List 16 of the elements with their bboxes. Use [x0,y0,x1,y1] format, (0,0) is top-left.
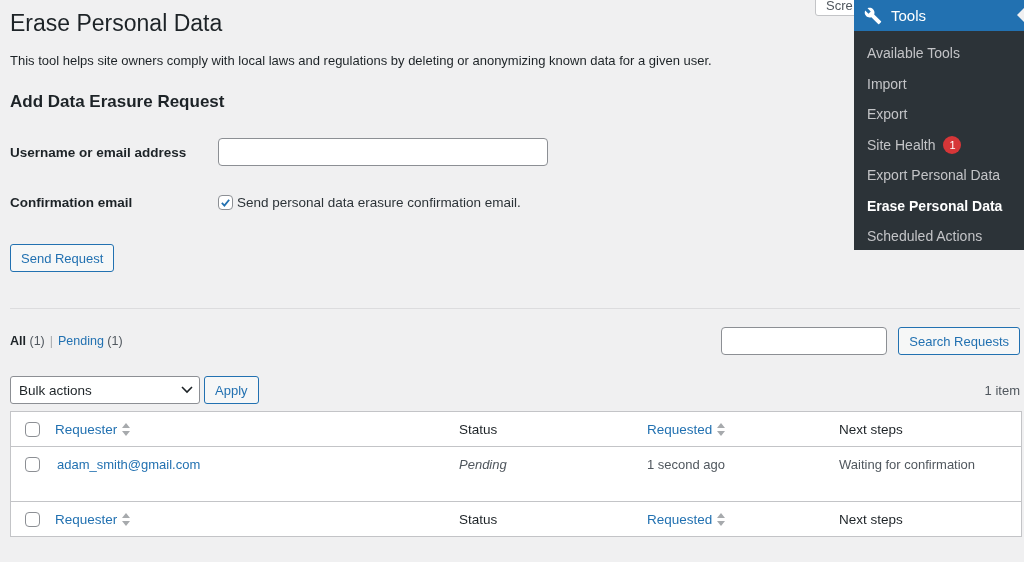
page-description: This tool helps site owners comply with local laws and regulations by deleting or anonymizing known data for a given user. [10,53,712,68]
page-title: Erase Personal Data [10,9,223,38]
field-label: Username or email address [10,144,188,160]
section-heading: Add Data Erasure Request [10,92,226,112]
table-cell: 1 second ago [647,457,726,472]
table-cell: Pending [459,457,507,472]
column-header: Status [459,421,498,437]
checkbox-label: Send personal data erasure confirmation email. [237,195,521,210]
item-count: 1 item [984,382,1020,398]
view-separator: | [49,334,53,348]
notification-badge: 1 [943,135,962,154]
table-cell: Waiting for confirmation [839,457,976,472]
field-label: Confirmation email [10,195,134,210]
column-header: Next steps [839,421,903,437]
column-header: Next steps [839,511,903,527]
column-header: Status [459,511,498,527]
